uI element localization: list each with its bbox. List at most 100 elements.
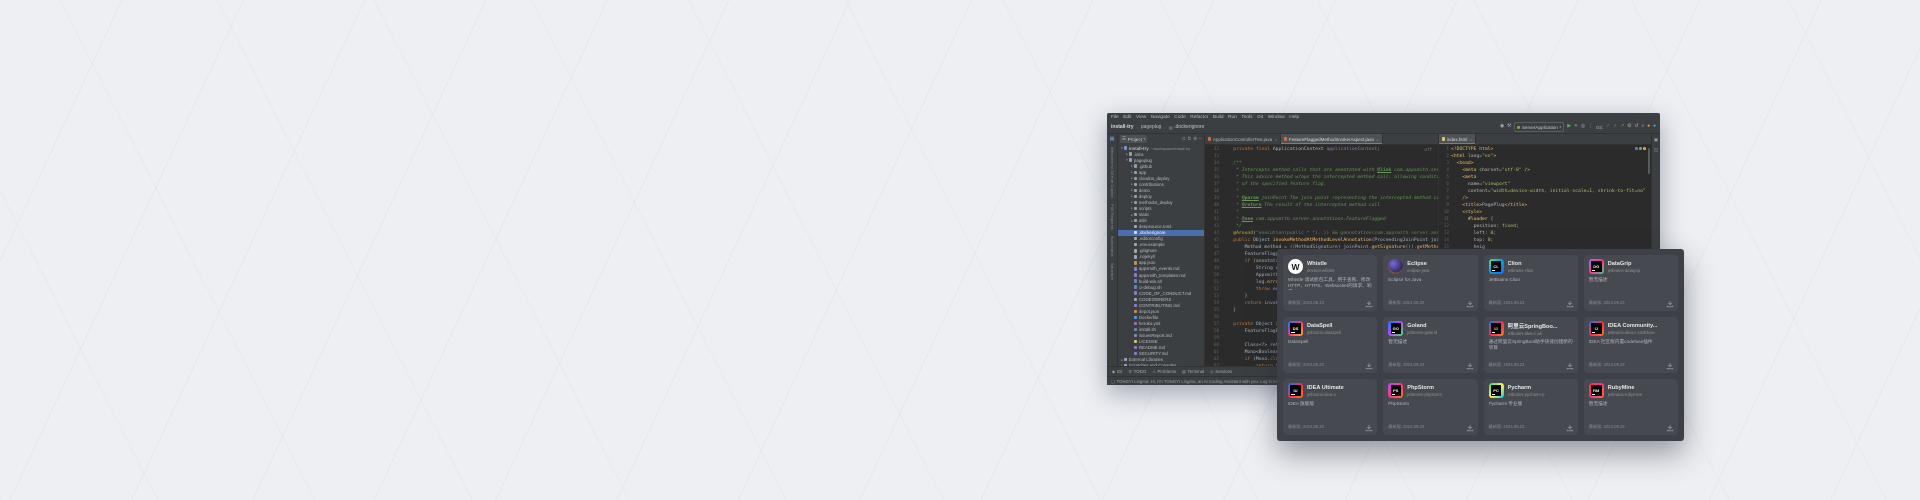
tool-window-tab-pull-requests[interactable]: Pull Requests bbox=[1110, 204, 1114, 230]
menu-item-code[interactable]: Code bbox=[1174, 115, 1185, 120]
close-icon[interactable]: × bbox=[1470, 137, 1472, 142]
search-everywhere-icon[interactable]: ⌕ bbox=[1642, 125, 1645, 130]
run-play-icon[interactable]: ▶ bbox=[1567, 125, 1571, 130]
history-icon[interactable]: ↺ bbox=[1634, 125, 1638, 130]
file-icon bbox=[1134, 237, 1137, 240]
editor-tab-featureflaggedmethodinvokeraspect-java[interactable]: FeatureFlaggedMethodInvokerAspect.java× bbox=[1281, 134, 1383, 144]
app-card[interactable]: PS PhpStorm jetbrains-phpstorm PhpStorm … bbox=[1383, 379, 1477, 435]
download-icon[interactable] bbox=[1365, 300, 1373, 308]
tool-window-tab-bookmarks[interactable]: Bookmarks bbox=[1110, 236, 1114, 257]
menu-item-help[interactable]: Help bbox=[1289, 115, 1299, 120]
app-card[interactable]: GO Goland jetbrains-goland 暂无描述 最新版: 202… bbox=[1383, 317, 1477, 373]
vcs-commit-icon[interactable]: ✓ bbox=[1613, 125, 1617, 130]
menu-item-file[interactable]: File bbox=[1111, 115, 1119, 120]
folder-icon bbox=[1124, 146, 1127, 149]
app-version: 最新版: 2024.09.23 bbox=[1388, 362, 1472, 369]
app-title: DataGrip bbox=[1608, 261, 1640, 267]
user-icon[interactable]: ◉ bbox=[1500, 125, 1504, 130]
build-hammer-icon[interactable]: ⚒ bbox=[1507, 125, 1511, 130]
project-name[interactable]: install-try bbox=[1111, 124, 1134, 130]
gradle-icon[interactable]: ◫ bbox=[1654, 147, 1658, 153]
download-icon[interactable] bbox=[1566, 300, 1574, 308]
header-actions: ◉⚒ServerApplication▾▶✦◎⋮Git:✓✓↗⚙↺⌕●● bbox=[1500, 122, 1656, 132]
app-version: 最新版: 2024.09.23 bbox=[1489, 300, 1573, 307]
app-slug: jetbrains-idea-c-ali bbox=[1508, 331, 1558, 336]
app-card[interactable]: W Whistle devtool-whistle Whistle 调试抓包工具… bbox=[1283, 255, 1377, 311]
notification-dot-icon[interactable]: ● bbox=[1647, 125, 1650, 130]
code-line: * bbox=[1222, 209, 1438, 216]
more-actions-icon[interactable]: ⋮ bbox=[1588, 125, 1593, 130]
app-version: 最新版: 2024.09.23 bbox=[1589, 362, 1673, 369]
download-icon[interactable] bbox=[1466, 424, 1474, 432]
tool-window-button-todo[interactable]: ☰TODO bbox=[1128, 369, 1146, 374]
chevron-down-icon: ▾ bbox=[1559, 125, 1561, 129]
tool-window-tab-structure[interactable]: Structure bbox=[1110, 263, 1114, 280]
close-icon[interactable]: × bbox=[1376, 137, 1378, 142]
app-card[interactable]: DS DataSpell jetbrains-dataspell DataSpe… bbox=[1283, 317, 1377, 373]
app-card[interactable]: RM RubyMine jetbrains-rubymine 暂无描述 最新版:… bbox=[1584, 379, 1678, 435]
tool-window-button-services[interactable]: ◎Services bbox=[1210, 369, 1232, 374]
menu-item-window[interactable]: Window bbox=[1268, 115, 1285, 120]
inspection-dot-icon bbox=[1639, 147, 1642, 150]
app-slug: jetbrains-pycharm-p bbox=[1508, 392, 1545, 397]
download-icon[interactable] bbox=[1466, 300, 1474, 308]
menu-item-edit[interactable]: Edit bbox=[1123, 115, 1131, 120]
app-card[interactable]: CL Clion jetbrains-clion JetBrains Clion… bbox=[1484, 255, 1578, 311]
menu-item-tools[interactable]: Tools bbox=[1241, 115, 1252, 120]
download-icon[interactable] bbox=[1566, 362, 1574, 370]
coverage-icon[interactable]: ◎ bbox=[1581, 125, 1585, 130]
app-version: 最新版: 2024.09.23 bbox=[1489, 362, 1573, 369]
vcs-push-icon[interactable]: ↗ bbox=[1620, 125, 1624, 130]
ai-assistant-dot-icon[interactable]: ● bbox=[1653, 125, 1656, 130]
settings-gear-icon[interactable]: ⚙ bbox=[1627, 125, 1631, 130]
project-view-selector[interactable]: ☰ Project ▾ bbox=[1120, 135, 1147, 143]
download-icon[interactable] bbox=[1365, 424, 1373, 432]
scrollbar-thumb[interactable] bbox=[1648, 148, 1650, 174]
code-line: * This advice method wraps the intercept… bbox=[1222, 174, 1438, 181]
project-tool-icon[interactable]: ▦ bbox=[1110, 136, 1115, 142]
spring-boot-icon bbox=[1517, 126, 1520, 129]
menu-item-navigate[interactable]: Navigate bbox=[1151, 115, 1170, 120]
tree-item-scratches-and-consoles[interactable]: ▸Scratches and Consoles bbox=[1118, 363, 1204, 366]
file-icon bbox=[1134, 267, 1137, 270]
tool-window-button-terminal[interactable]: ▤Terminal bbox=[1182, 369, 1204, 374]
menu-item-git[interactable]: Git bbox=[1257, 115, 1263, 120]
app-card[interactable]: IU IDEA Ultimate jetbrains-idea-u IDEA 旗… bbox=[1283, 379, 1377, 435]
breadcrumb-file[interactable]: ▤ .dockerignore bbox=[1169, 124, 1205, 130]
app-card[interactable]: DG DataGrip jetbrains-datagrip 暂无描述 最新版:… bbox=[1584, 255, 1678, 311]
editor-tab-applicationcontrollertest-java[interactable]: ApplicationControllerTest.java× bbox=[1205, 134, 1281, 144]
menu-item-refactor[interactable]: Refactor bbox=[1190, 115, 1208, 120]
debug-icon[interactable]: ✦ bbox=[1574, 125, 1578, 130]
app-description: 通过阿里云SpringBoot助手快速创建新的项目 bbox=[1489, 339, 1573, 351]
tool-window-button-git[interactable]: ◆Git bbox=[1112, 369, 1122, 374]
download-icon[interactable] bbox=[1666, 424, 1674, 432]
app-card[interactable]: Eclipse eclipse-java Eclipse for Java 最新… bbox=[1383, 255, 1477, 311]
app-logo-icon: DG bbox=[1589, 259, 1604, 274]
vcs-update-icon[interactable]: ✓ bbox=[1606, 125, 1610, 130]
app-card[interactable]: IJ IDEA Community... jetbrains-idea-c-co… bbox=[1584, 317, 1678, 373]
download-icon[interactable] bbox=[1365, 362, 1373, 370]
code-line: @Around("execution(public * *(..)) && @a… bbox=[1222, 230, 1438, 237]
options-gear-icon[interactable]: ⚙ bbox=[1193, 136, 1197, 142]
menu-item-view[interactable]: View bbox=[1136, 115, 1146, 120]
code-line: /** bbox=[1222, 160, 1438, 167]
app-card[interactable]: IJ 阿里云SpringBoo... jetbrains-idea-c-ali … bbox=[1484, 317, 1578, 373]
app-card[interactable]: PC Pycharm jetbrains-pycharm-p Pycharm 专… bbox=[1484, 379, 1578, 435]
tool-window-tab-welcome-to-github-copilot[interactable]: Welcome to GitHub Copilot bbox=[1110, 147, 1114, 198]
menu-item-run[interactable]: Run bbox=[1228, 115, 1237, 120]
close-icon[interactable]: × bbox=[1275, 137, 1277, 142]
download-icon[interactable] bbox=[1666, 362, 1674, 370]
hide-panel-icon[interactable]: ─ bbox=[1199, 136, 1202, 142]
download-icon[interactable] bbox=[1666, 300, 1674, 308]
locate-icon[interactable]: ⊙ bbox=[1182, 136, 1186, 142]
notifications-icon[interactable]: ▣ bbox=[1654, 137, 1658, 143]
run-config-selector[interactable]: ServerApplication▾ bbox=[1514, 122, 1564, 132]
editor-tab-index-html[interactable]: index.html× bbox=[1439, 134, 1476, 144]
download-icon[interactable] bbox=[1566, 424, 1574, 432]
tool-window-button-problems[interactable]: ⚠Problems bbox=[1152, 369, 1176, 374]
breadcrumb-folder[interactable]: pageplug bbox=[1141, 124, 1162, 130]
download-icon[interactable] bbox=[1466, 362, 1474, 370]
expand-collapse-icon[interactable]: ⇅ bbox=[1187, 136, 1191, 142]
file-icon bbox=[1134, 352, 1137, 355]
menu-item-build[interactable]: Build bbox=[1213, 115, 1224, 120]
